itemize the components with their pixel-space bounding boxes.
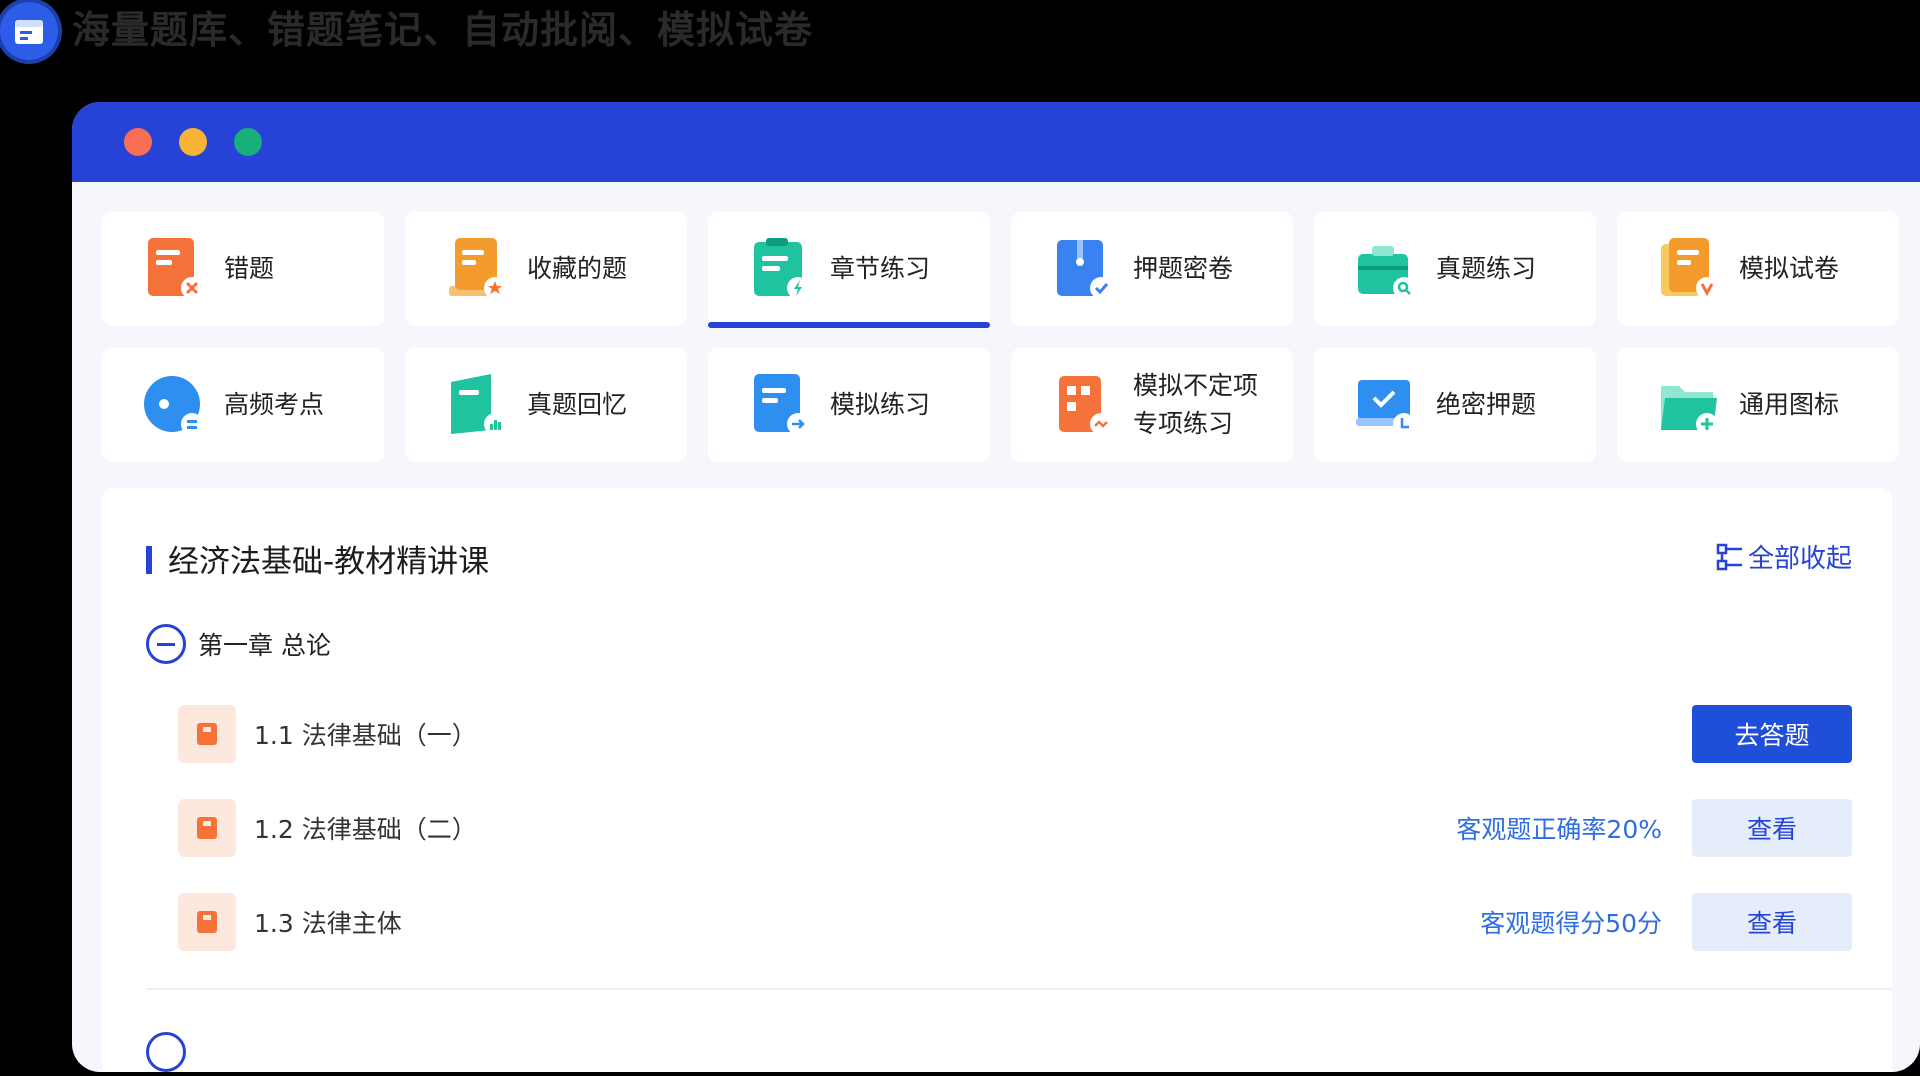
tile-label-line2: 专项练习 — [1133, 409, 1234, 438]
tile-label: 真题回忆 — [527, 390, 628, 419]
chapter-title: 第一章 总论 — [198, 631, 331, 660]
app-logo-icon — [0, 2, 58, 60]
tile-exam-recall[interactable]: 真题回忆 — [405, 348, 687, 462]
view-button[interactable]: 查看 — [1692, 893, 1852, 951]
tile-common[interactable]: 通用图标 — [1617, 348, 1899, 462]
collapse-all-button[interactable]: 全部收起 — [1716, 538, 1852, 575]
tile-mock-practice[interactable]: 模拟练习 — [708, 348, 990, 462]
mock-practice-icon — [754, 374, 809, 435]
tile-label: 绝密押题 — [1436, 390, 1537, 419]
window-titlebar — [72, 102, 1920, 182]
course-panel: 经济法基础-教材精讲课 全部收起 第一章 总论 1.1 法律基础（一） 去答题 — [102, 488, 1892, 1072]
tile-wrong-questions[interactable]: 错题 — [102, 212, 384, 326]
book-icon — [178, 799, 236, 857]
tile-label: 高频考点 — [224, 390, 325, 419]
title-accent-bar — [146, 546, 152, 574]
section-row: 1.1 法律基础（一） 去答题 — [178, 704, 1852, 764]
close-window-button[interactable] — [124, 128, 152, 156]
exam-recall-icon — [451, 374, 506, 435]
secret-paper-icon — [1057, 240, 1112, 299]
tile-high-frequency[interactable]: 高频考点 — [102, 348, 384, 462]
collapse-all-label: 全部收起 — [1747, 544, 1852, 574]
tile-label-line1: 模拟不定项 — [1133, 371, 1259, 400]
high-frequency-icon — [144, 376, 203, 435]
start-answer-button[interactable]: 去答题 — [1692, 705, 1852, 763]
section-score: 客观题得分50分 — [1480, 909, 1662, 938]
tile-real-exam-practice[interactable]: 真题练习 — [1314, 212, 1596, 326]
section-divider — [146, 988, 1892, 990]
real-exam-practice-icon — [1358, 246, 1415, 299]
section-row: 1.2 法律基础（二） 客观题正确率20% 查看 — [178, 798, 1852, 858]
tile-top-secret[interactable]: 绝密押题 — [1314, 348, 1596, 462]
tile-label: 模拟不定项 专项练习 — [1133, 367, 1258, 443]
minimize-window-button[interactable] — [179, 128, 207, 156]
next-chapter-toggle-icon[interactable] — [146, 1032, 186, 1072]
book-icon — [178, 705, 236, 763]
tile-chapter-practice[interactable]: 章节练习 — [708, 212, 990, 328]
section-title: 1.2 法律基础（二） — [254, 815, 477, 844]
section-row: 1.3 法律主体 客观题得分50分 查看 — [178, 892, 1852, 952]
active-tab-indicator — [708, 322, 990, 328]
common-folder-icon — [1661, 386, 1718, 435]
section-title: 1.1 法律基础（一） — [254, 721, 477, 750]
mock-paper-icon — [1661, 238, 1718, 299]
tile-label: 模拟练习 — [830, 390, 931, 419]
indefinite-practice-icon — [1059, 376, 1112, 435]
top-secret-icon — [1356, 380, 1415, 435]
view-button[interactable]: 查看 — [1692, 799, 1852, 857]
tile-label: 押题密卷 — [1133, 254, 1234, 283]
tile-label: 错题 — [224, 254, 275, 283]
tile-secret-paper[interactable]: 押题密卷 — [1011, 212, 1293, 326]
tile-indefinite-practice[interactable]: 模拟不定项 专项练习 — [1011, 348, 1293, 462]
wrong-questions-icon — [148, 238, 203, 299]
app-window: 错题 收藏的题 章节练习 押题密卷 真题练习 模拟试卷 高频考点 真题回忆 模拟… — [72, 102, 1920, 1072]
tile-label: 真题练习 — [1436, 254, 1537, 283]
collapse-minus-icon[interactable] — [146, 624, 186, 664]
tile-label: 模拟试卷 — [1739, 254, 1840, 283]
tile-label: 章节练习 — [830, 254, 931, 283]
collapse-tree-icon — [1716, 543, 1742, 570]
section-title: 1.3 法律主体 — [254, 909, 402, 938]
tile-favorites[interactable]: 收藏的题 — [405, 212, 687, 326]
chapter-practice-icon — [754, 238, 809, 299]
course-title: 经济法基础-教材精讲课 — [168, 544, 490, 580]
tile-label: 收藏的题 — [527, 254, 628, 283]
feature-grid: 错题 收藏的题 章节练习 押题密卷 真题练习 模拟试卷 高频考点 真题回忆 模拟… — [102, 212, 1902, 462]
section-score: 客观题正确率20% — [1456, 815, 1662, 844]
book-icon — [178, 893, 236, 951]
chapter-header[interactable]: 第一章 总论 — [146, 624, 331, 664]
tile-mock-paper[interactable]: 模拟试卷 — [1617, 212, 1899, 326]
favorites-icon — [449, 238, 506, 299]
maximize-window-button[interactable] — [234, 128, 262, 156]
page-title: 海量题库、错题笔记、自动批阅、模拟试卷 — [72, 8, 814, 52]
tile-label: 通用图标 — [1739, 390, 1840, 419]
